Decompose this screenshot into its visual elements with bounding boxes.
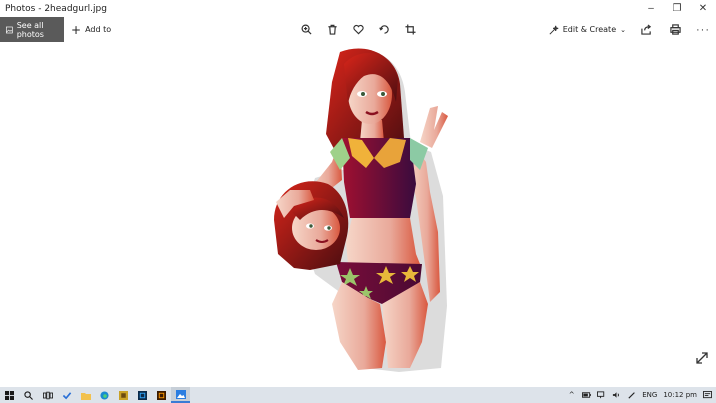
window-title: Photos - 2headgurl.jpg bbox=[5, 3, 107, 14]
battery-icon[interactable] bbox=[582, 391, 592, 400]
todo-icon bbox=[62, 391, 71, 399]
photos-icon bbox=[175, 389, 186, 399]
zoom-icon bbox=[301, 24, 312, 35]
todo-button[interactable] bbox=[57, 387, 76, 403]
chevron-down-icon: ⌄ bbox=[620, 25, 626, 34]
edit-create-button[interactable]: Edit & Create ⌄ bbox=[549, 25, 626, 35]
photos-taskbar-button[interactable] bbox=[171, 387, 190, 403]
taskbar-apps bbox=[0, 387, 190, 403]
rotate-button[interactable] bbox=[376, 21, 393, 38]
edge-icon bbox=[100, 390, 109, 400]
network-icon[interactable] bbox=[597, 391, 606, 400]
full-screen-button[interactable] bbox=[695, 351, 709, 365]
crop-button[interactable] bbox=[402, 21, 419, 38]
photos-icon bbox=[6, 26, 13, 33]
app-icon bbox=[119, 390, 128, 400]
edit-create-icon bbox=[549, 25, 559, 35]
zoom-button[interactable] bbox=[298, 21, 315, 38]
search-button[interactable] bbox=[19, 387, 38, 403]
plus-icon: + bbox=[71, 22, 82, 37]
illustrator-button[interactable] bbox=[152, 387, 171, 403]
delete-icon bbox=[328, 24, 337, 35]
toolbar: See all photos + Add to Edit & Create ⌄ bbox=[0, 17, 716, 42]
title-bar: Photos - 2headgurl.jpg – ❐ ✕ bbox=[0, 0, 716, 17]
language-indicator[interactable]: ENG bbox=[642, 391, 657, 399]
share-button[interactable] bbox=[638, 21, 655, 38]
expand-icon bbox=[696, 352, 708, 364]
volume-icon[interactable] bbox=[612, 391, 621, 400]
delete-button[interactable] bbox=[324, 21, 341, 38]
start-icon bbox=[5, 390, 14, 400]
print-icon bbox=[670, 24, 681, 35]
see-all-photos-button[interactable]: See all photos bbox=[0, 17, 64, 42]
edge-button[interactable] bbox=[95, 387, 114, 403]
add-to-label: Add to bbox=[85, 25, 112, 34]
rotate-icon bbox=[379, 25, 389, 34]
search-icon bbox=[24, 390, 33, 400]
photoshop-button[interactable] bbox=[133, 387, 152, 403]
photoshop-icon bbox=[138, 390, 147, 400]
start-button[interactable] bbox=[0, 387, 19, 403]
illustrator-icon bbox=[157, 390, 166, 400]
crop-icon bbox=[405, 24, 416, 35]
center-tools bbox=[298, 17, 419, 42]
pen-icon[interactable] bbox=[627, 391, 636, 400]
chevron-up-icon[interactable]: ^ bbox=[567, 391, 576, 400]
close-button[interactable]: ✕ bbox=[690, 0, 716, 17]
right-tools: Edit & Create ⌄ ··· bbox=[549, 17, 710, 42]
edit-create-label: Edit & Create bbox=[562, 25, 617, 34]
photo-image bbox=[274, 48, 448, 372]
notifications-icon[interactable] bbox=[703, 391, 712, 400]
photo-canvas bbox=[0, 42, 716, 387]
app-button[interactable] bbox=[114, 387, 133, 403]
minimize-button[interactable]: – bbox=[638, 0, 664, 17]
favorite-icon bbox=[353, 24, 364, 35]
task-view-button[interactable] bbox=[38, 387, 57, 403]
share-icon bbox=[641, 24, 652, 35]
task-view-icon bbox=[42, 391, 53, 399]
add-to-button[interactable]: + Add to bbox=[71, 24, 111, 36]
file-explorer-icon bbox=[80, 392, 91, 400]
file-explorer-button[interactable] bbox=[76, 387, 95, 403]
see-all-photos-label: See all photos bbox=[16, 20, 44, 39]
more-options-button[interactable]: ··· bbox=[696, 24, 710, 36]
restore-button[interactable]: ❐ bbox=[664, 0, 690, 17]
system-tray: ^ ENG 10:12 pm bbox=[567, 387, 712, 403]
taskbar: ^ ENG 10:12 pm bbox=[0, 387, 716, 403]
favorite-button[interactable] bbox=[350, 21, 367, 38]
print-button[interactable] bbox=[667, 21, 684, 38]
clock[interactable]: 10:12 pm bbox=[663, 391, 697, 399]
